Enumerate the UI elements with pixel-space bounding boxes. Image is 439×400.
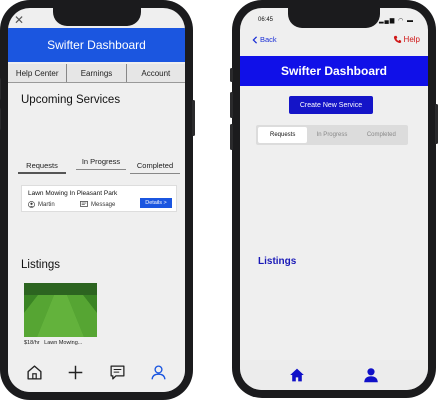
volume-down-button (230, 124, 233, 150)
phone-icon (393, 35, 401, 44)
listings-title: Listings (258, 256, 297, 267)
message-link[interactable]: Message (80, 201, 115, 208)
status-time: 06:45 (258, 17, 274, 23)
volume-up-button (0, 78, 1, 100)
listings-title: Listings (21, 259, 60, 271)
right-phone-frame: 06:45 ▂▄▆ ◠ ▬ Back Help Swifter Dashboar… (230, 0, 438, 398)
message-icon (80, 201, 88, 207)
message-icon[interactable] (107, 363, 127, 383)
power-button (192, 100, 195, 136)
tab-account[interactable]: Account (127, 64, 185, 82)
listing-price: $18/hr (24, 340, 40, 346)
service-sub-tabs: Requests In Progress Completed (18, 157, 180, 176)
message-label: Message (91, 201, 116, 208)
status-icons: ▂▄▆ ◠ ▬ (378, 18, 414, 24)
help-button[interactable]: Help (393, 35, 420, 44)
bottom-nav (240, 360, 428, 390)
volume-down-button (0, 108, 1, 130)
close-icon[interactable]: ✕ (14, 14, 24, 26)
listing-caption: $18/hr Lawn Mowing... (24, 340, 82, 346)
back-label: Back (260, 35, 277, 44)
left-screen: ✕ Swifter Dashboard Help Center Earnings… (8, 8, 185, 392)
listing-image-lawn[interactable] (24, 283, 97, 337)
home-icon[interactable] (25, 363, 45, 383)
service-person: Martin (28, 201, 55, 208)
header-title: Swifter Dashboard (280, 64, 388, 78)
plus-icon[interactable] (66, 363, 86, 383)
tab-help-center[interactable]: Help Center (8, 64, 68, 82)
notch (52, 8, 141, 26)
person-name: Martin (38, 201, 55, 208)
profile-icon[interactable] (148, 363, 168, 383)
upcoming-services-title: Upcoming Services (21, 94, 121, 106)
sub-tab-in-progress[interactable]: In Progress (76, 154, 126, 170)
tab-earnings[interactable]: Earnings (67, 64, 127, 82)
listing-name: Lawn Mowing... (44, 340, 83, 346)
chevron-left-icon (252, 35, 258, 44)
home-icon[interactable] (287, 365, 307, 385)
profile-icon[interactable] (361, 365, 381, 385)
lawn-photo (24, 283, 97, 337)
details-button[interactable]: Details > (140, 198, 172, 208)
bottom-nav (8, 353, 185, 392)
notch (288, 8, 380, 28)
sub-tab-requests[interactable]: Requests (18, 158, 66, 174)
service-card[interactable]: Lawn Mowing In Pleasant Park Martin Mess… (21, 185, 177, 212)
top-tabs: Help Center Earnings Account (8, 64, 185, 83)
back-button[interactable]: Back (252, 35, 277, 44)
app-header: Swifter Dashboard (240, 56, 428, 86)
left-phone-frame: ✕ Swifter Dashboard Help Center Earnings… (0, 0, 195, 400)
power-button (435, 104, 438, 144)
service-title: Lawn Mowing In Pleasant Park (28, 190, 118, 197)
sub-tab-completed[interactable]: Completed (130, 158, 180, 174)
segmented-control: Requests In Progress Completed (256, 125, 408, 145)
header-title: Swifter Dashboard (47, 38, 146, 52)
right-screen: 06:45 ▂▄▆ ◠ ▬ Back Help Swifter Dashboar… (240, 8, 428, 390)
create-new-service-button[interactable]: Create New Service (289, 96, 373, 114)
volume-up-button (230, 92, 233, 118)
segment-in-progress[interactable]: In Progress (307, 127, 356, 143)
mute-switch (230, 68, 233, 82)
help-label: Help (403, 35, 420, 44)
app-header: Swifter Dashboard (8, 28, 185, 62)
user-circle-icon (28, 201, 35, 208)
segment-completed[interactable]: Completed (357, 127, 406, 143)
stage: ✕ Swifter Dashboard Help Center Earnings… (0, 0, 439, 400)
segment-requests[interactable]: Requests (258, 127, 308, 143)
